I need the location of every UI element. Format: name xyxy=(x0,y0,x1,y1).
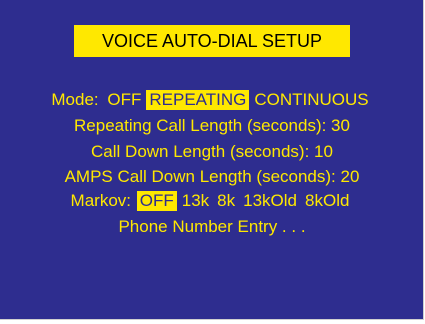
mode-option-repeating[interactable]: REPEATING xyxy=(146,90,250,110)
markov-option-8k[interactable]: 8k xyxy=(214,191,238,211)
markov-option-off[interactable]: OFF xyxy=(136,191,177,211)
repeating-call-length-item[interactable]: Repeating Call Length (seconds): 30 xyxy=(0,115,424,137)
amps-call-down-length-item[interactable]: AMPS Call Down Length (seconds): 20 xyxy=(0,166,424,188)
call-down-length-item[interactable]: Call Down Length (seconds): 10 xyxy=(0,141,424,163)
markov-label: Markov: xyxy=(70,191,132,210)
mode-option-continuous[interactable]: CONTINUOUS xyxy=(251,90,371,110)
phone-number-entry-item[interactable]: Phone Number Entry . . . xyxy=(0,216,424,238)
page-title: VOICE AUTO-DIAL SETUP xyxy=(74,25,350,57)
mode-row: Mode: OFF REPEATING CONTINUOUS xyxy=(0,89,424,111)
markov-option-8kold[interactable]: 8kOld xyxy=(302,191,352,211)
voice-auto-dial-setup-screen: VOICE AUTO-DIAL SETUP Mode: OFF REPEATING… xyxy=(0,0,424,320)
mode-label: Mode: xyxy=(51,90,99,109)
mode-option-off[interactable]: OFF xyxy=(104,90,144,110)
markov-option-13kold[interactable]: 13kOld xyxy=(240,191,300,211)
markov-option-13k[interactable]: 13k xyxy=(179,191,212,211)
markov-row: Markov: OFF 13k 8k 13kOld 8kOld xyxy=(0,190,424,212)
